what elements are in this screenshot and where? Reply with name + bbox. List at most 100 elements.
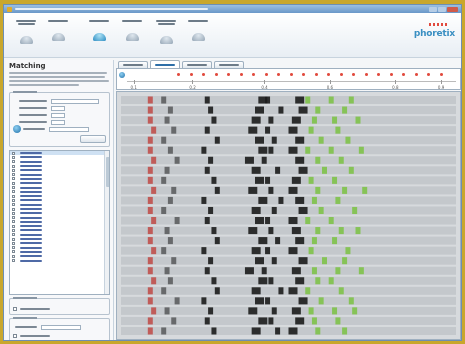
maximize-button[interactable] <box>438 6 446 12</box>
ruler-marker-dot[interactable] <box>377 73 380 76</box>
ruler-marker-dot[interactable] <box>389 73 393 76</box>
gel-lane[interactable] <box>121 176 456 185</box>
gel-band[interactable] <box>161 96 167 104</box>
gel-band[interactable] <box>258 146 268 154</box>
gel-band[interactable] <box>335 317 341 325</box>
gel-band[interactable] <box>295 277 305 285</box>
view-tab-2[interactable] <box>150 60 180 68</box>
lane-checkbox[interactable] <box>12 160 15 164</box>
gel-band[interactable] <box>258 277 268 285</box>
gel-band[interactable] <box>208 206 214 214</box>
gel-band[interactable] <box>171 126 177 134</box>
gel-band[interactable] <box>251 287 261 295</box>
gel-band[interactable] <box>342 257 348 265</box>
lane-checkbox[interactable] <box>12 207 15 211</box>
gel-band[interactable] <box>201 297 207 305</box>
module-tab-2[interactable] <box>46 16 70 56</box>
gel-band[interactable] <box>161 206 167 214</box>
gel-band[interactable] <box>255 217 264 225</box>
gel-band[interactable] <box>208 106 214 114</box>
gel-band[interactable] <box>328 277 334 285</box>
lane-checkbox[interactable] <box>12 151 15 155</box>
gel-band[interactable] <box>147 96 153 104</box>
gel-band[interactable] <box>167 196 173 204</box>
gel-band[interactable] <box>298 166 308 174</box>
lane-checkbox[interactable] <box>12 254 15 258</box>
gel-band[interactable] <box>298 206 308 214</box>
gel-band[interactable] <box>204 267 210 275</box>
gel-band[interactable] <box>261 156 267 164</box>
gel-band[interactable] <box>258 196 268 204</box>
gel-band[interactable] <box>211 116 217 124</box>
gel-band[interactable] <box>332 307 338 315</box>
gel-band[interactable] <box>268 317 274 325</box>
gel-band[interactable] <box>244 267 254 275</box>
gel-band[interactable] <box>315 227 321 235</box>
gel-lane[interactable] <box>121 166 456 175</box>
lane-checkbox[interactable] <box>12 246 15 250</box>
gel-band[interactable] <box>332 116 338 124</box>
gel-band[interactable] <box>214 237 220 245</box>
param-go-icon[interactable] <box>13 125 21 133</box>
gel-band[interactable] <box>342 186 348 194</box>
gel-band[interactable] <box>167 237 173 245</box>
lane-checkbox[interactable] <box>12 186 15 190</box>
gel-image[interactable] <box>117 92 460 339</box>
gel-band[interactable] <box>271 206 277 214</box>
lane-checkbox[interactable] <box>12 216 15 220</box>
gel-band[interactable] <box>151 126 157 134</box>
ruler-marker-dot[interactable] <box>339 73 343 76</box>
view-tab-4[interactable] <box>214 61 244 68</box>
gel-band[interactable] <box>291 227 301 235</box>
band-display-select[interactable] <box>41 324 81 330</box>
module-tab-1[interactable] <box>14 16 38 56</box>
gel-band[interactable] <box>268 146 274 154</box>
lane-checkbox[interactable] <box>12 173 15 177</box>
param-select-5[interactable] <box>49 126 89 132</box>
gel-band[interactable] <box>164 116 170 124</box>
gel-band[interactable] <box>204 126 210 134</box>
gel-band[interactable] <box>318 297 324 305</box>
gel-band[interactable] <box>204 166 210 174</box>
gel-band[interactable] <box>204 317 210 325</box>
gel-band[interactable] <box>265 217 271 225</box>
gel-band[interactable] <box>265 126 271 134</box>
gel-band[interactable] <box>338 156 344 164</box>
gel-band[interactable] <box>311 267 317 275</box>
view-tab-3[interactable] <box>182 61 212 68</box>
ruler-marker-dot[interactable] <box>177 73 180 76</box>
gel-band[interactable] <box>311 196 317 204</box>
gel-band[interactable] <box>335 267 341 275</box>
gel-band[interactable] <box>167 277 173 285</box>
lane-checkbox[interactable] <box>12 190 15 194</box>
gel-band[interactable] <box>268 186 274 194</box>
gel-band[interactable] <box>308 126 314 134</box>
gel-band[interactable] <box>275 327 281 335</box>
gel-band[interactable] <box>255 297 264 305</box>
gel-band[interactable] <box>151 186 157 194</box>
gel-band[interactable] <box>315 277 321 285</box>
gel-band[interactable] <box>161 176 167 184</box>
gel-band[interactable] <box>311 116 317 124</box>
gel-band[interactable] <box>322 257 327 265</box>
gel-lane[interactable] <box>121 136 456 145</box>
gel-band[interactable] <box>208 257 214 265</box>
module-tab-5[interactable] <box>154 16 178 56</box>
gel-lane[interactable] <box>121 116 456 125</box>
ruler-marker-dot[interactable] <box>227 73 230 76</box>
lane-list[interactable] <box>9 150 110 295</box>
gel-band[interactable] <box>352 307 358 315</box>
gel-band[interactable] <box>147 206 153 214</box>
gel-band[interactable] <box>248 186 258 194</box>
gel-band[interactable] <box>167 106 173 114</box>
gel-band[interactable] <box>315 156 321 164</box>
module-tab-3[interactable] <box>87 16 111 56</box>
gel-band[interactable] <box>204 217 210 225</box>
gel-band[interactable] <box>295 317 305 325</box>
gel-band[interactable] <box>248 307 258 315</box>
gel-band[interactable] <box>308 307 314 315</box>
remove-background-checkbox[interactable] <box>13 306 17 311</box>
ruler-marker-dot[interactable] <box>314 73 318 76</box>
param-input-3[interactable] <box>51 112 65 118</box>
gel-band[interactable] <box>348 96 354 104</box>
